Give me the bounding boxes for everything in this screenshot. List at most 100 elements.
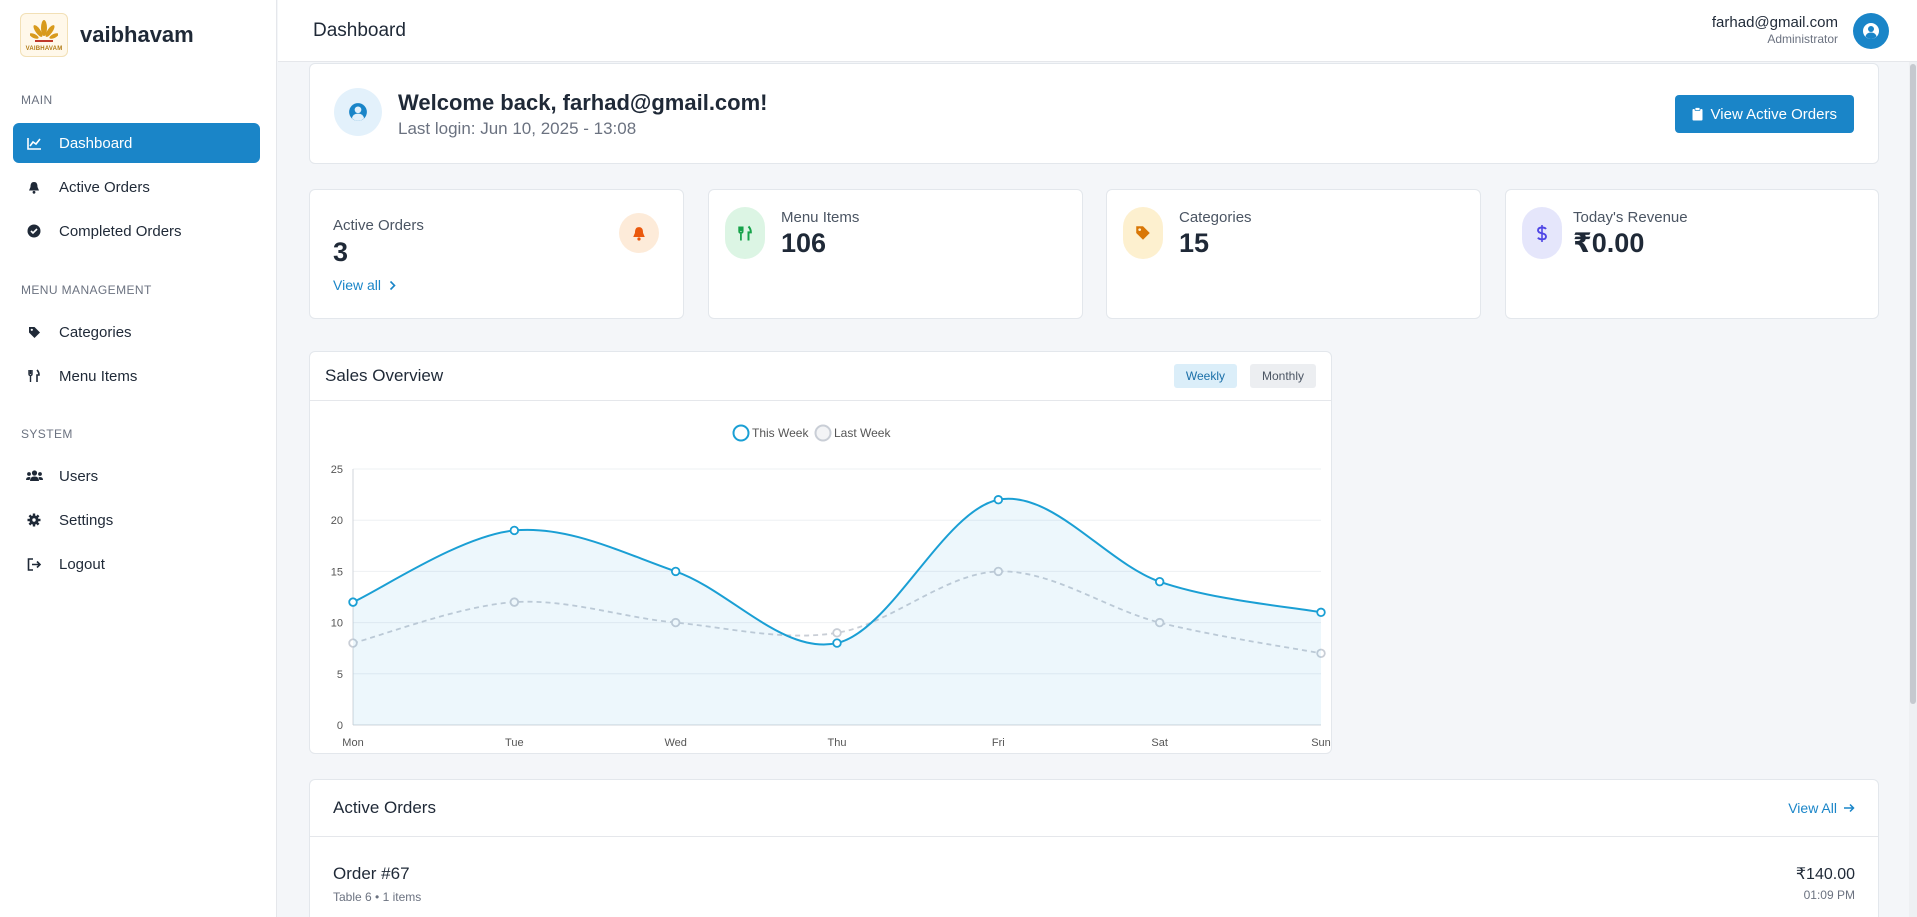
y-tick-label: 5 [337,669,343,681]
stat-value: 3 [333,237,349,267]
x-tick-label: Fri [992,737,1005,749]
sidebar: VAIBHAVAM vaibhavam MAIN Dashboard Activ… [0,0,277,917]
sidebar-item-dashboard[interactable]: Dashboard [13,123,260,163]
stat-card-active-orders: Active Orders 3 View all [309,189,684,319]
divider [310,400,1331,401]
stat-value: 106 [781,228,827,258]
scrollbar-thumb[interactable] [1910,64,1916,704]
legend-marker [814,424,832,442]
legend-marker [732,424,750,442]
data-point [993,495,1004,505]
x-tick-label: Sat [1151,737,1168,749]
stat-label: Categories [1179,209,1252,226]
last-login: Last login: Jun 10, 2025 - 13:08 [398,119,637,138]
view-all-label: View all [333,277,381,293]
data-point [1154,576,1165,587]
lotus-icon [30,19,58,42]
sidebar-item-label: Settings [59,511,114,529]
nav-section-main: MAIN [21,93,53,107]
sidebar-item-active-orders[interactable]: Active Orders [13,167,260,207]
y-tick-label: 15 [331,566,343,578]
stat-label: Menu Items [781,209,860,226]
brand[interactable]: VAIBHAVAM vaibhavam [0,0,276,70]
sidebar-item-categories[interactable]: Categories [13,312,260,352]
sidebar-item-label: Dashboard [59,134,133,152]
arrow-right-icon [1843,803,1855,813]
user-circle-icon [334,88,382,136]
data-point [509,525,520,536]
clipboard-icon [1692,107,1703,121]
stat-label: Active Orders [333,217,424,234]
view-all-orders-link[interactable]: View All [1788,800,1855,816]
sidebar-item-label: Logout [59,555,105,573]
y-tick-label: 0 [337,720,343,732]
view-active-orders-button[interactable]: View Active Orders [1674,95,1854,133]
view-active-orders-label: View Active Orders [1710,105,1837,123]
brand-logo: VAIBHAVAM [20,13,68,57]
monthly-toggle[interactable]: Monthly [1249,364,1316,388]
brand-logo-text: VAIBHAVAM [25,45,63,52]
x-tick-label: Tue [505,737,524,749]
welcome-card: Welcome back, farhad@gmail.com! Last log… [309,63,1879,164]
legend-label: This Week [752,426,809,440]
stat-card-revenue: Today's Revenue ₹0.00 [1505,189,1879,319]
users-icon [25,467,43,485]
order-amount: ₹140.00 [1795,866,1855,883]
avatar[interactable] [1853,13,1889,49]
data-point [670,566,681,577]
order-meta: Table 6 • 1 items [333,890,422,904]
stat-value: ₹0.00 [1573,228,1645,258]
x-tick-label: Sun [1311,737,1331,749]
welcome-title: Welcome back, farhad@gmail.com! [398,90,768,115]
sales-overview-card: Sales Overview Weekly Monthly 0 5 10 15 20 25… [309,351,1332,754]
data-point [832,638,842,648]
page-title: Dashboard [313,20,406,41]
bell-icon [25,178,43,196]
y-tick-label: 20 [331,515,343,527]
sidebar-item-label: Active Orders [59,178,150,196]
utensils-icon [25,367,43,385]
divider [310,836,1878,837]
check-circle-icon [25,222,43,240]
sidebar-item-label: Menu Items [59,367,138,385]
user-info[interactable]: farhad@gmail.com Administrator [1712,14,1838,46]
sidebar-item-settings[interactable]: Settings [13,500,260,540]
y-tick-label: 10 [331,618,343,630]
dollar-icon [1522,207,1562,259]
user-email: farhad@gmail.com [1711,14,1838,31]
x-tick-label: Wed [664,737,686,749]
sidebar-item-completed-orders[interactable]: Completed Orders [13,211,260,251]
sidebar-item-logout[interactable]: Logout [13,544,260,584]
logout-icon [25,555,43,573]
sidebar-item-label: Categories [59,323,132,341]
y-tick-label: 25 [331,464,343,476]
weekly-toggle[interactable]: Weekly [1173,364,1237,388]
stat-card-categories: Categories 15 [1106,189,1481,319]
data-point [348,597,358,607]
chart-line-icon [25,134,43,152]
stat-card-menu-items: Menu Items 106 [708,189,1083,319]
sidebar-item-users[interactable]: Users [13,456,260,496]
sidebar-item-label: Completed Orders [59,222,182,240]
view-all-link[interactable]: View all [333,277,396,293]
sales-line-chart: 0 5 10 15 20 25 Mon Tue Wed Thu Fri Sat Sun This Week… [331,424,1331,749]
view-all-orders-label: View All [1788,800,1837,816]
legend-label: Last Week [834,426,891,440]
tag-icon [25,323,43,341]
data-point [832,628,842,638]
user-role: Administrator [1767,32,1838,46]
stat-value: 15 [1179,228,1210,258]
x-tick-label: Mon [342,737,363,749]
sales-overview-title: Sales Overview [325,366,444,385]
brand-name: vaibhavam [80,22,194,47]
stat-label: Today's Revenue [1573,209,1688,226]
chevron-right-icon [389,280,396,291]
order-time: 01:09 PM [1803,888,1855,902]
top-header: Dashboard farhad@gmail.com Administrator [278,0,1917,62]
active-orders-title: Active Orders [333,798,436,817]
sidebar-item-label: Users [59,467,99,485]
utensils-icon [725,207,765,259]
sidebar-item-menu-items[interactable]: Menu Items [13,356,260,396]
user-circle-icon [1863,23,1879,39]
gear-icon [25,511,43,529]
